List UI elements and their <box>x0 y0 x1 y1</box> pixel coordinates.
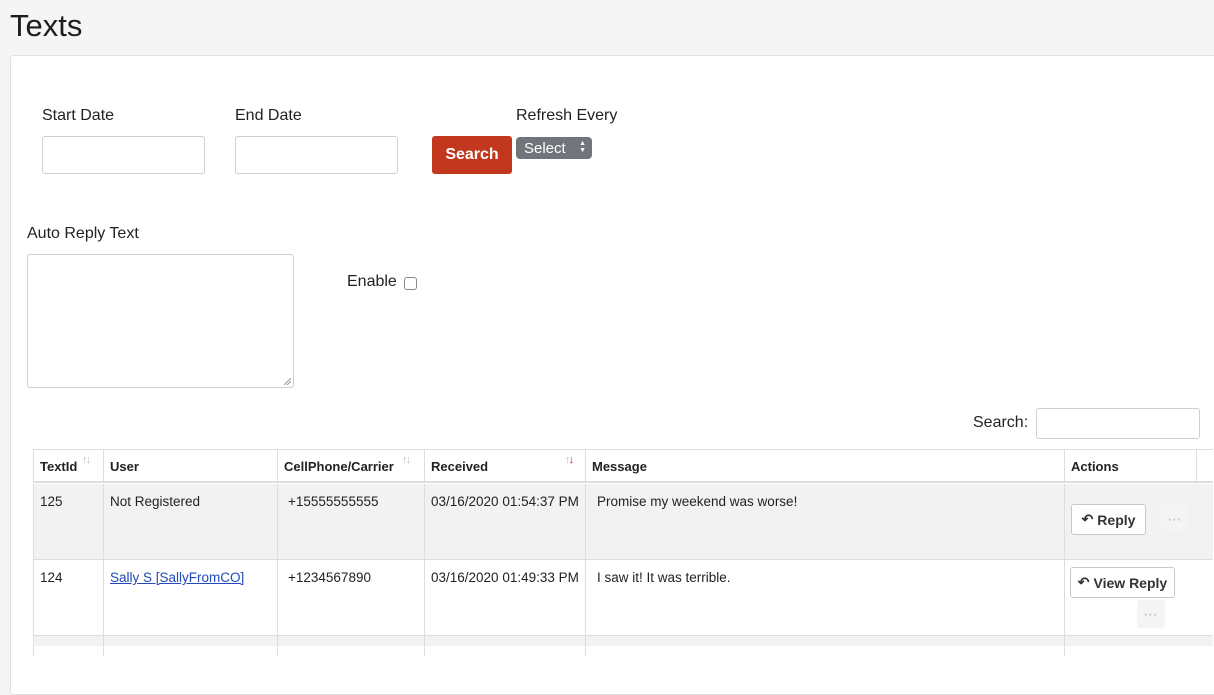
refresh-select-value: Select <box>524 139 566 157</box>
page-title: Texts <box>10 8 83 43</box>
user-link[interactable]: Sally S [SallyFromCO] <box>110 570 244 585</box>
table-search-label: Search: <box>973 414 1029 431</box>
cell-cellphone: +1234567890 <box>277 560 424 635</box>
cell-received <box>424 636 585 656</box>
table-search-input[interactable] <box>1036 408 1200 439</box>
col-header-user[interactable]: User <box>103 450 277 482</box>
cell-textid: 125 <box>33 484 103 559</box>
reply-arrow-icon: ↶ <box>1081 511 1094 527</box>
reply-button[interactable]: ↶ Reply <box>1071 504 1146 535</box>
auto-reply-textarea[interactable] <box>27 254 294 388</box>
cell-textid <box>33 636 103 656</box>
cell-actions: ↶ View Reply ⋯ <box>1064 560 1213 635</box>
col-header-textid[interactable]: TextId ↑↓ <box>33 450 103 482</box>
start-date-input[interactable] <box>42 136 205 174</box>
cell-cellphone <box>277 636 424 656</box>
cell-message: I saw it! It was terrible. <box>585 560 1064 635</box>
table-row <box>33 636 1213 656</box>
resize-grip-icon[interactable] <box>283 377 291 385</box>
cell-cellphone: +15555555555 <box>277 484 424 559</box>
reply-button-label: Reply <box>1097 511 1136 528</box>
table-row: 125 Not Registered +15555555555 03/16/20… <box>33 484 1213 560</box>
cell-message: Promise my weekend was worse! <box>585 484 1064 559</box>
cell-textid: 124 <box>33 560 103 635</box>
ellipsis-icon[interactable]: ⋯ <box>1137 600 1165 628</box>
cell-received: 03/16/2020 01:49:33 PM <box>424 560 585 635</box>
end-date-input[interactable] <box>235 136 398 174</box>
col-header-cellphone[interactable]: CellPhone/Carrier ↑↓ <box>277 450 424 482</box>
col-header-actions: Actions <box>1064 450 1196 482</box>
table-row: 124 Sally S [SallyFromCO] +1234567890 03… <box>33 560 1213 636</box>
reply-arrow-icon: ↶ <box>1077 574 1090 590</box>
texts-panel: Start Date End Date Search Refresh Every… <box>10 55 1214 695</box>
cell-user: Not Registered <box>103 484 277 559</box>
sort-desc-icon: ↑↓ <box>565 454 574 466</box>
ellipsis-icon[interactable]: ⋯ <box>1161 505 1189 533</box>
col-header-spacer <box>1196 450 1213 482</box>
cell-user <box>103 636 277 656</box>
cell-user: Sally S [SallyFromCO] <box>103 560 277 635</box>
search-button[interactable]: Search <box>432 136 512 174</box>
table-header: TextId ↑↓ User CellPhone/Carrier ↑↓ Rece… <box>33 449 1213 483</box>
refresh-every-label: Refresh Every <box>516 107 618 124</box>
view-reply-button-label: View Reply <box>1093 574 1168 591</box>
cell-actions: ↶ Reply ⋯ <box>1064 484 1213 559</box>
cell-actions <box>1064 636 1213 656</box>
col-header-message[interactable]: Message <box>585 450 1064 482</box>
col-header-received[interactable]: Received ↑↓ <box>424 450 585 482</box>
enable-label: Enable <box>347 273 397 290</box>
enable-checkbox[interactable] <box>404 277 417 290</box>
cell-received: 03/16/2020 01:54:37 PM <box>424 484 585 559</box>
start-date-label: Start Date <box>42 107 115 124</box>
sort-icon: ↑↓ <box>82 454 91 466</box>
refresh-select[interactable]: Select ▲ ▼ <box>516 137 592 159</box>
auto-reply-label: Auto Reply Text <box>27 225 139 242</box>
view-reply-button[interactable]: ↶ View Reply <box>1070 567 1175 598</box>
end-date-label: End Date <box>235 107 302 124</box>
select-arrows-icon: ▲ ▼ <box>579 140 586 154</box>
sort-icon: ↑↓ <box>402 454 411 466</box>
cell-message <box>585 636 1064 656</box>
